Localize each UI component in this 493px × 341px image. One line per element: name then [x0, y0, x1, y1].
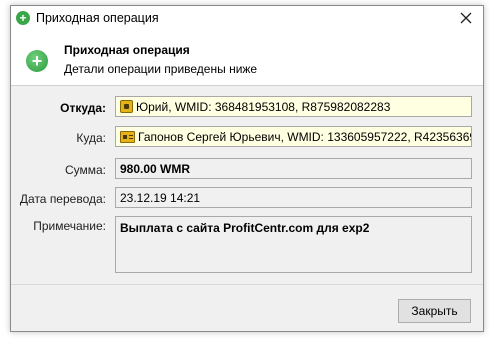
date-value: 23.12.19 14:21 [120, 190, 201, 205]
wmid-icon [120, 100, 133, 113]
date-label: Дата перевода: [19, 192, 106, 206]
from-label: Откуда: [60, 101, 106, 115]
close-icon[interactable] [455, 8, 477, 28]
plus-circle-icon: + [16, 11, 30, 25]
amount-value: 980.00 WMR [120, 161, 191, 176]
to-value: Гапонов Сергей Юрьевич, WMID: 1336059572… [138, 129, 472, 144]
date-field[interactable]: 23.12.19 14:21 [115, 187, 472, 208]
to-field[interactable]: Гапонов Сергей Юрьевич, WMID: 1336059572… [115, 126, 472, 147]
from-value: Юрий, WMID: 368481953108, R875982082283 [136, 99, 391, 114]
window-title: Приходная операция [36, 11, 159, 25]
amount-field[interactable]: 980.00 WMR [115, 158, 472, 179]
note-field[interactable]: Выплата с сайта ProfitCentr.com для exp2 [115, 216, 472, 273]
plus-circle-icon: + [26, 50, 48, 72]
note-label: Примечание: [33, 219, 106, 233]
dialog-header: + Приходная операция Детали операции при… [11, 31, 483, 86]
from-field[interactable]: Юрий, WMID: 368481953108, R875982082283 [115, 96, 472, 117]
footer-divider [11, 284, 483, 285]
title-bar: + Приходная операция [11, 6, 483, 31]
dialog-window: + Приходная операция + Приходная операци… [10, 5, 484, 332]
contact-card-icon [120, 130, 135, 143]
note-value: Выплата с сайта ProfitCentr.com для exp2 [120, 221, 370, 235]
to-label: Куда: [76, 131, 106, 145]
header-title: Приходная операция [64, 43, 190, 57]
header-subtitle: Детали операции приведены ниже [64, 62, 258, 76]
close-button[interactable]: Закрыть [398, 299, 471, 323]
amount-label: Сумма: [64, 163, 106, 177]
